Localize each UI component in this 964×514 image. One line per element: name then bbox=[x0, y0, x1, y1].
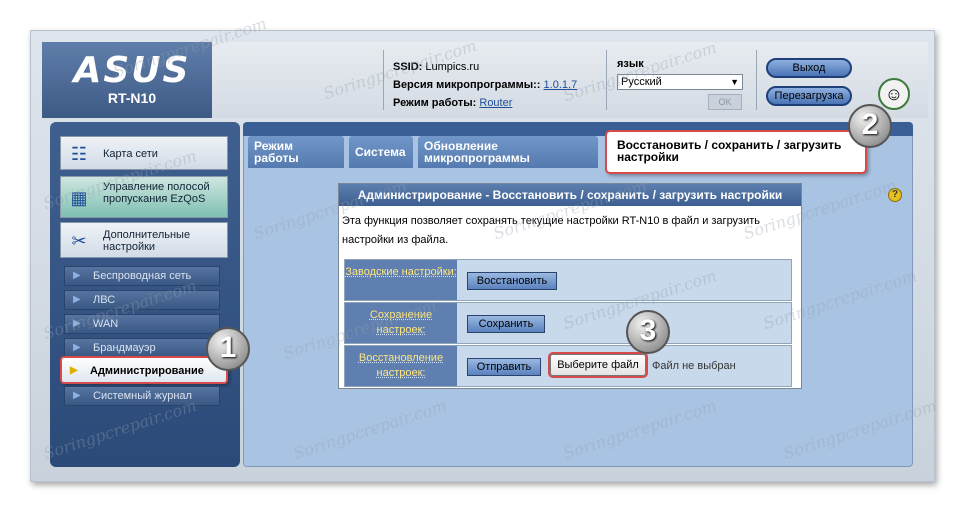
sidebar-item-label: Брандмауэр bbox=[93, 342, 156, 354]
triangle-right-icon: ▶ bbox=[73, 390, 81, 401]
sidebar-item-label: Системный журнал bbox=[93, 390, 192, 402]
triangle-right-icon: ▶ bbox=[70, 365, 78, 376]
tools-icon: ✂ bbox=[71, 231, 87, 251]
ssid-label: SSID: bbox=[393, 61, 423, 73]
language-value: Русский bbox=[621, 76, 662, 88]
sidebar-item-label: Беспроводная сеть bbox=[93, 270, 192, 282]
tab-restore-save-upload[interactable]: Восстановить / сохранить / загрузить нас… bbox=[605, 130, 867, 174]
sidebar-item-label: WAN bbox=[93, 318, 119, 330]
ssid-value: Lumpics.ru bbox=[425, 61, 480, 73]
tab-operation-mode[interactable]: Режим работы bbox=[248, 136, 344, 168]
sidebar-item-wan[interactable]: ▶ WAN bbox=[64, 314, 220, 334]
header-divider bbox=[606, 50, 607, 110]
save-settings-label: Сохранение настроек: bbox=[345, 303, 457, 343]
sidebar-item-administration[interactable]: ▶ Администрирование bbox=[60, 356, 228, 384]
logout-button[interactable]: Выход bbox=[766, 58, 852, 78]
sidebar-item-label: ЛВС bbox=[93, 294, 116, 306]
sidebar-item-label: Карта сети bbox=[103, 148, 158, 160]
triangle-right-icon: ▶ bbox=[73, 294, 81, 305]
sidebar-item-advanced[interactable]: ✂ Дополнительные настройки bbox=[60, 222, 228, 258]
sidebar-item-syslog[interactable]: ▶ Системный журнал bbox=[64, 386, 220, 406]
step-badge-2: 2 bbox=[848, 104, 892, 148]
upload-button[interactable]: Отправить bbox=[467, 358, 541, 376]
sidebar-item-label: Управление полосой пропускания EzQoS bbox=[103, 181, 210, 205]
save-settings-row: Сохранение настроек: Сохранить bbox=[344, 302, 792, 344]
restore-settings-label: Восстановление настроек: bbox=[345, 346, 457, 386]
step-badge-1: 1 bbox=[206, 327, 250, 371]
sidebar-item-label: Дополнительные настройки bbox=[103, 229, 191, 253]
sidebar-item-lan[interactable]: ▶ ЛВС bbox=[64, 290, 220, 310]
header-divider bbox=[383, 50, 384, 110]
save-button[interactable]: Сохранить bbox=[467, 315, 545, 333]
save-settings-value: Сохранить bbox=[457, 303, 791, 343]
factory-defaults-label: Заводские настройки: bbox=[345, 260, 457, 300]
factory-defaults-row: Заводские настройки: Восстановить bbox=[344, 259, 792, 301]
reboot-button[interactable]: Перезагрузка bbox=[766, 86, 852, 106]
sidebar-item-network-map[interactable]: ☷ Карта сети bbox=[60, 136, 228, 170]
language-label: язык bbox=[617, 58, 644, 70]
sidebar-item-label: Администрирование bbox=[90, 365, 204, 377]
mode-label: Режим работы: bbox=[393, 97, 477, 109]
triangle-right-icon: ▶ bbox=[73, 342, 81, 353]
sidebar-item-ezqos[interactable]: ▦ Управление полосой пропускания EzQoS bbox=[60, 176, 228, 218]
tab-firmware-update[interactable]: Обновление микропрограммы bbox=[418, 136, 598, 168]
sidebar-item-wireless[interactable]: ▶ Беспроводная сеть bbox=[64, 266, 220, 286]
model-name: RT-N10 bbox=[107, 90, 157, 106]
choose-file-button[interactable]: Выберите файл bbox=[550, 354, 646, 376]
panel-title: Администрирование - Восстановить / сохра… bbox=[339, 184, 801, 206]
mode-link[interactable]: Router bbox=[479, 97, 512, 109]
help-icon[interactable]: ? bbox=[888, 188, 902, 202]
bandwidth-icon: ▦ bbox=[70, 188, 88, 208]
file-status: Файл не выбран bbox=[652, 360, 736, 372]
header-divider bbox=[756, 50, 757, 110]
sidebar-item-firewall[interactable]: ▶ Брандмауэр bbox=[64, 338, 220, 358]
triangle-right-icon: ▶ bbox=[73, 318, 81, 329]
step-badge-3: 3 bbox=[626, 310, 670, 354]
mascot-icon: ☺ bbox=[878, 78, 910, 110]
panel-description: Эта функция позволяет сохранять текущие … bbox=[342, 215, 761, 246]
chevron-down-icon: ▼ bbox=[730, 77, 739, 87]
factory-defaults-value: Восстановить bbox=[457, 260, 791, 300]
language-select[interactable]: Русский ▼ bbox=[617, 74, 743, 90]
network-map-icon: ☷ bbox=[70, 144, 88, 164]
firmware-link[interactable]: 1.0.1.7 bbox=[544, 79, 578, 91]
restore-button[interactable]: Восстановить bbox=[467, 272, 557, 290]
language-apply-button[interactable]: OK bbox=[708, 94, 742, 110]
asus-logo: ASUS bbox=[73, 50, 191, 91]
device-info: SSID: Lumpics.ru Версия микропрограммы::… bbox=[393, 58, 603, 112]
triangle-right-icon: ▶ bbox=[73, 270, 81, 281]
firmware-label: Версия микропрограммы:: bbox=[393, 79, 541, 91]
tab-system[interactable]: Система bbox=[349, 136, 413, 168]
